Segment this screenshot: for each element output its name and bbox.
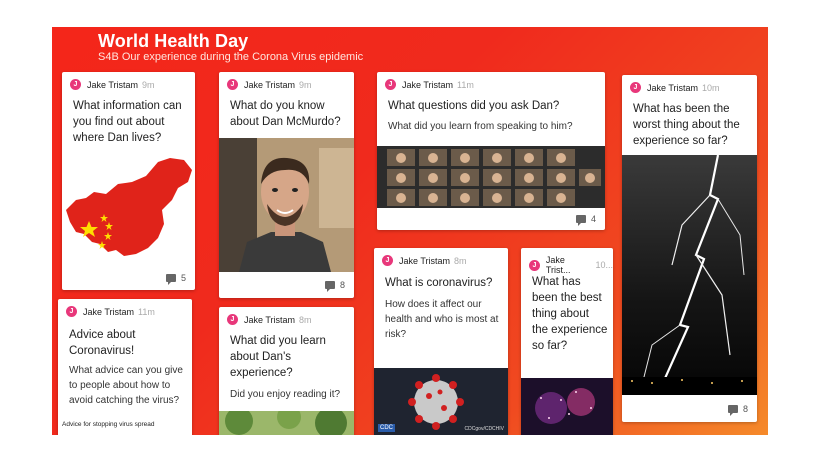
comment-count-value: 4 [590, 214, 596, 224]
avatar: J [227, 79, 238, 90]
post-card-questions[interactable]: J Jake Tristam 11m What questions did yo… [377, 72, 605, 230]
avatar: J [382, 255, 393, 266]
avatar: J [66, 306, 77, 317]
post-card-advice[interactable]: J Jake Tristam 11m Advice about Coronavi… [58, 299, 192, 435]
comment-count[interactable]: 5 [165, 273, 186, 285]
post-title: What has been the worst thing about the … [633, 103, 740, 147]
post-time: 8m [454, 255, 467, 266]
avatar: J [385, 79, 396, 90]
post-time: 11m [138, 306, 155, 317]
lightning-image [622, 155, 757, 395]
post-title: What questions did you ask Dan? [388, 100, 560, 112]
post-title: What did you learn about Dan's experienc… [230, 335, 326, 379]
post-title: What information can you find out about … [73, 100, 182, 144]
post-time: 10... [595, 260, 613, 270]
post-body: Did you enjoy reading it? [230, 389, 341, 400]
comment-count-value: 8 [339, 280, 345, 290]
post-author: J Jake Tristam 9m [70, 79, 155, 90]
board-subtitle: S4B Our experience during the Corona Vir… [98, 51, 364, 63]
author-name: Jake Tristam [647, 82, 699, 93]
post-time: 11m [457, 79, 474, 90]
author-name: Jake Tristam [399, 255, 451, 266]
post-author: J Jake Tristam 8m [227, 314, 312, 325]
post-card-worst-thing[interactable]: J Jake Tristam 10m What has been the wor… [622, 75, 757, 422]
post-body: What advice can you give to people about… [69, 365, 183, 406]
author-name: Jake Tristam [87, 79, 139, 90]
author-name: Jake Tristam [402, 79, 454, 90]
post-author: J Jake Tristam 10m [630, 82, 720, 93]
avatar: J [227, 314, 238, 325]
avatar: J [70, 79, 81, 90]
post-body: How does it affect our health and who is… [385, 299, 499, 340]
fireworks-image [521, 378, 613, 435]
comment-icon [165, 274, 176, 285]
author-name: Jake Tristam [244, 79, 296, 90]
post-title: What do you know about Dan McMurdo? [230, 100, 341, 128]
padlet-board: World Health Day S4B Our experience duri… [52, 27, 768, 435]
video-call-image [377, 146, 605, 208]
portrait-photo [219, 138, 354, 272]
post-time: 8m [299, 314, 312, 325]
post-card-dan-lives[interactable]: J Jake Tristam 9m What information can y… [62, 72, 195, 290]
post-author: J Jake Trist... 10... [529, 255, 613, 275]
post-title: What is coronavirus? [385, 277, 493, 289]
post-card-dan-mcmurdo[interactable]: J Jake Tristam 9m What do you know about… [219, 72, 354, 298]
comment-count[interactable]: 8 [727, 404, 748, 416]
post-card-dans-experience[interactable]: J Jake Tristam 8m What did you learn abo… [219, 307, 354, 435]
comment-count-value: 8 [742, 404, 748, 414]
post-title: Advice about Coronavirus! [69, 329, 136, 357]
author-name: Jake Tristam [83, 306, 135, 317]
park-photo [219, 411, 354, 435]
post-time: 9m [299, 79, 312, 90]
post-author: J Jake Tristam 9m [227, 79, 312, 90]
post-title: What has been the best thing about the e… [532, 276, 608, 352]
author-name: Jake Tristam [244, 314, 296, 325]
post-card-best-thing[interactable]: J Jake Trist... 10... What has been the … [521, 248, 613, 435]
author-name: Jake Trist... [545, 255, 571, 275]
comment-icon [324, 281, 335, 292]
post-author: J Jake Tristam 11m [385, 79, 474, 90]
post-body: What did you learn from speaking to him? [388, 121, 573, 132]
board-title: World Health Day [98, 31, 249, 51]
post-time: 9m [142, 79, 155, 90]
post-card-coronavirus[interactable]: J Jake Tristam 8m What is coronavirus? H… [374, 248, 508, 435]
post-author: J Jake Tristam 11m [66, 306, 155, 317]
comment-icon [727, 405, 738, 416]
post-time: 10m [702, 82, 720, 93]
avatar: J [529, 259, 540, 271]
attachment-caption: Advice for stopping virus spread [62, 421, 155, 428]
image-credit: CDCgov/CDCHIV [464, 426, 504, 432]
post-author: J Jake Tristam 8m [382, 255, 467, 266]
comment-count-value: 5 [180, 273, 186, 283]
avatar: J [630, 82, 641, 93]
comment-count[interactable]: 4 [575, 214, 596, 226]
comment-count[interactable]: 8 [324, 280, 345, 292]
china-map-image [62, 148, 195, 266]
cdc-logo: CDC [378, 424, 395, 432]
comment-icon [575, 215, 586, 226]
